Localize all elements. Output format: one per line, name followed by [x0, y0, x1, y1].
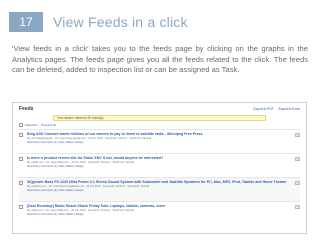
select-all-checkbox[interactable] [19, 123, 23, 127]
slide-header: 17 View Feeds in a click [9, 12, 188, 32]
feed-item[interactable]: SiQpower Bass FX-1120 Ultra Power 2.1 St… [19, 177, 300, 201]
feed-actions[interactable]: View Post | Comments (1) | Star | Delete… [27, 189, 295, 193]
feeds-screenshot: Feeds Export to PDF Export to Excel Your… [12, 102, 307, 234]
feed-checkbox[interactable] [19, 181, 23, 185]
export-excel-link[interactable]: Export to Excel [279, 107, 300, 111]
feed-actions[interactable]: View Post | Comments (1) | Star | Delete… [27, 141, 295, 145]
select-all-link[interactable]: Select All [25, 123, 37, 127]
flag-icon[interactable] [295, 133, 300, 137]
export-pdf-link[interactable]: Export to PDF [254, 107, 274, 111]
export-links: Export to PDF Export to Excel [254, 107, 300, 111]
feed-item[interactable]: Bing ASS Console wants millions of our o… [19, 129, 300, 153]
feed-body: [Deal Roundup] Radio Shack Shack Friday … [27, 204, 295, 217]
slide-number: 17 [9, 12, 43, 32]
feed-checkbox[interactable] [19, 205, 23, 209]
slide-description: 'View feeds in a click' takes you to the… [12, 44, 308, 74]
feed-body: SiQpower Bass FX-1120 Ultra Power 2.1 St… [27, 180, 295, 193]
feed-list: Bing ASS Console wants millions of our o… [13, 129, 306, 225]
flag-icon[interactable] [295, 157, 300, 161]
slide-title: View Feeds in a click [53, 14, 188, 30]
feeds-header: Feeds Export to PDF Export to Excel [13, 103, 306, 115]
feed-checkbox[interactable] [19, 133, 23, 137]
feed-actions[interactable]: View Post | Comments (1) | Star | Delete… [27, 213, 295, 217]
feed-item[interactable]: [Deal Roundup] Radio Shack Shack Friday … [19, 201, 300, 225]
feed-checkbox[interactable] [19, 157, 23, 161]
toolbar-separator: | [38, 123, 40, 127]
flag-icon[interactable] [295, 205, 300, 209]
feed-body: Bing ASS Console wants millions of our o… [27, 132, 295, 145]
flag-icon[interactable] [295, 181, 300, 185]
feed-actions[interactable]: View Post | Comments (1) | Star | Delete… [27, 165, 295, 169]
feeds-toolbar: Select All | Deselect All [13, 121, 306, 129]
feeds-page-title: Feeds [19, 106, 34, 112]
deselect-all-link[interactable]: Deselect All [41, 123, 56, 127]
feed-body: Is there a product review site for Siriu… [27, 156, 295, 169]
feed-item[interactable]: Is there a product review site for Siriu… [19, 153, 300, 177]
